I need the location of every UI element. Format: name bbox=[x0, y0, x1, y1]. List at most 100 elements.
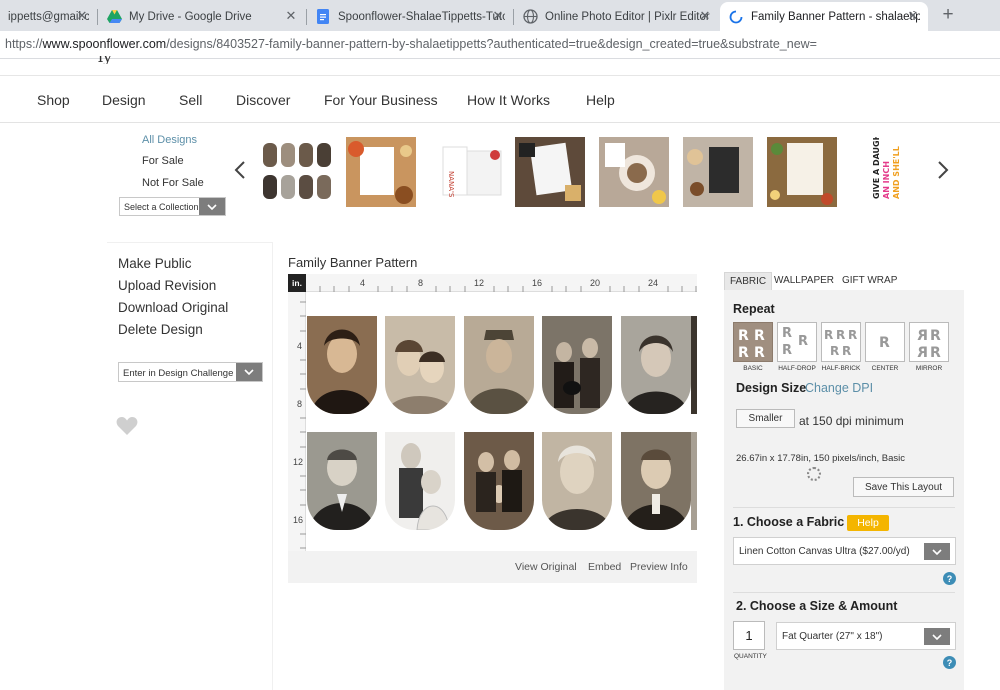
ruler-top-label: 8 bbox=[418, 278, 424, 288]
carousel-thumb-nanas-famous[interactable]: NANA'S bbox=[437, 137, 507, 207]
browser-tab-gmail[interactable]: ippetts@gmail.c ✕ bbox=[0, 2, 97, 31]
carousel-thumb-photo-collage[interactable] bbox=[515, 137, 585, 207]
svg-text:R: R bbox=[930, 345, 941, 359]
svg-text:R: R bbox=[782, 343, 792, 358]
repeat-mirror-option[interactable]: RRRR bbox=[909, 322, 949, 362]
portrait-tile bbox=[621, 316, 691, 414]
repeat-half-brick-option[interactable]: RRRRR bbox=[821, 322, 861, 362]
carousel-thumb-family-banner[interactable] bbox=[261, 137, 331, 207]
address-bar[interactable]: https://www.spoonflower.com/designs/8403… bbox=[0, 31, 1000, 59]
nav-how-it-works[interactable]: How It Works bbox=[467, 92, 550, 108]
repeat-half-drop-caption: HALF-DROP bbox=[778, 365, 816, 372]
tab-fabric[interactable]: FABRIC bbox=[724, 272, 773, 290]
view-original-link[interactable]: View Original bbox=[515, 561, 577, 573]
filter-not-for-sale[interactable]: Not For Sale bbox=[142, 177, 204, 189]
close-icon[interactable]: ✕ bbox=[906, 9, 920, 23]
carousel-prev-button[interactable] bbox=[234, 160, 246, 186]
svg-text:R: R bbox=[917, 345, 928, 359]
fabric-select-value: Linen Cotton Canvas Ultra ($27.00/yd) bbox=[739, 546, 910, 557]
svg-text:R: R bbox=[842, 344, 851, 358]
carousel-thumb-chalkboard-recipe[interactable] bbox=[683, 137, 753, 207]
svg-text:R: R bbox=[848, 328, 857, 342]
browser-tab-google-docs[interactable]: Spoonflower-ShalaeTippetts-Tuto ✕ bbox=[307, 2, 513, 31]
repeat-half-drop-option[interactable]: RRR bbox=[777, 322, 817, 362]
tab-title: Online Photo Editor | Pixlr Editor bbox=[545, 10, 710, 23]
choose-fabric-label: 1. Choose a Fabric bbox=[733, 515, 845, 529]
site-logo-cropped[interactable]: ly bbox=[30, 56, 160, 64]
carousel-thumb-inch-quote[interactable]: GIVE A DAUGHTER AN INCH AND SHE'LL bbox=[851, 137, 921, 207]
ruler-left-label: 8 bbox=[297, 399, 303, 409]
ruler-top-label: 24 bbox=[648, 278, 659, 288]
embed-link[interactable]: Embed bbox=[588, 561, 621, 573]
design-challenge-label: Enter in Design Challenge bbox=[123, 368, 234, 379]
tab-title: My Drive - Google Drive bbox=[129, 10, 252, 23]
tab-wallpaper[interactable]: WALLPAPER bbox=[769, 272, 839, 290]
browser-tab-spoonflower-active[interactable]: Family Banner Pattern - shalaetip ✕ bbox=[720, 2, 928, 31]
chevron-down-icon bbox=[924, 628, 950, 645]
close-icon[interactable]: ✕ bbox=[75, 9, 89, 23]
url-path: /designs/8403527-family-banner-pattern-b… bbox=[166, 37, 817, 51]
change-dpi-link[interactable]: Change DPI bbox=[805, 381, 873, 395]
svg-text:AN INCH: AN INCH bbox=[882, 161, 891, 199]
close-icon[interactable]: ✕ bbox=[491, 9, 505, 23]
ruler-top-label: 20 bbox=[590, 278, 601, 288]
dpi-minimum-text: at 150 dpi minimum bbox=[799, 414, 904, 428]
close-icon[interactable]: ✕ bbox=[698, 9, 712, 23]
portrait-tile bbox=[307, 316, 377, 414]
carousel-thumb-coffee-table[interactable] bbox=[599, 137, 669, 207]
filter-all-designs[interactable]: All Designs bbox=[142, 134, 197, 146]
globe-icon bbox=[522, 9, 538, 25]
browser-tab-google-drive[interactable]: My Drive - Google Drive ✕ bbox=[98, 2, 306, 31]
chevron-down-icon bbox=[924, 543, 950, 560]
url-text[interactable]: https://www.spoonflower.com/designs/8403… bbox=[5, 37, 817, 51]
download-original-link[interactable]: Download Original bbox=[118, 300, 228, 315]
nav-help[interactable]: Help bbox=[586, 92, 615, 108]
size-info-text: 26.67in x 17.78in, 150 pixels/inch, Basi… bbox=[736, 453, 905, 464]
make-public-link[interactable]: Make Public bbox=[118, 256, 192, 271]
fabric-select[interactable]: Linen Cotton Canvas Ultra ($27.00/yd) bbox=[733, 537, 956, 565]
collection-select[interactable]: Select a Collection bbox=[119, 197, 226, 216]
browser-tab-pixlr[interactable]: Online Photo Editor | Pixlr Editor ✕ bbox=[514, 2, 720, 31]
portrait-tile bbox=[385, 432, 455, 530]
svg-text:R: R bbox=[879, 335, 890, 351]
fabric-help-icon[interactable]: ? bbox=[943, 572, 956, 585]
url-host: www.spoonflower.com bbox=[42, 37, 167, 51]
url-scheme: https:// bbox=[5, 37, 43, 51]
size-select[interactable]: Fat Quarter (27" x 18") bbox=[776, 622, 956, 650]
carousel-thumb-recipe-board[interactable] bbox=[346, 137, 416, 207]
ruler-top-label: 16 bbox=[532, 278, 543, 288]
heart-icon[interactable] bbox=[116, 416, 138, 436]
choose-size-label: 2. Choose a Size & Amount bbox=[736, 599, 898, 613]
preview-info-link[interactable]: Preview Info bbox=[630, 561, 688, 573]
nav-discover[interactable]: Discover bbox=[236, 92, 290, 108]
svg-text:AND SHE'LL: AND SHE'LL bbox=[892, 146, 901, 199]
portrait-tile bbox=[621, 432, 691, 530]
repeat-basic-option[interactable]: RRRR bbox=[733, 322, 773, 362]
tab-gift-wrap[interactable]: GIFT WRAP bbox=[837, 272, 902, 290]
tab-title: Spoonflower-ShalaeTippetts-Tuto bbox=[338, 10, 505, 23]
portrait-tile bbox=[464, 316, 534, 414]
google-drive-icon bbox=[106, 9, 122, 25]
carousel-thumb-wood-board[interactable] bbox=[767, 137, 837, 207]
loading-spinner-icon bbox=[728, 9, 744, 25]
ruler-left-label: 4 bbox=[297, 341, 303, 351]
filter-for-sale[interactable]: For Sale bbox=[142, 155, 184, 167]
svg-text:R: R bbox=[836, 328, 845, 342]
nav-design[interactable]: Design bbox=[102, 92, 146, 108]
design-challenge-select[interactable]: Enter in Design Challenge bbox=[118, 362, 263, 382]
nav-for-your-business[interactable]: For Your Business bbox=[324, 92, 438, 108]
save-layout-button[interactable]: Save This Layout bbox=[853, 477, 954, 497]
quantity-input[interactable]: 1 bbox=[733, 621, 765, 650]
carousel-next-button[interactable] bbox=[937, 160, 949, 186]
nav-shop[interactable]: Shop bbox=[37, 92, 70, 108]
close-icon[interactable]: ✕ bbox=[284, 9, 298, 23]
repeat-center-option[interactable]: R bbox=[865, 322, 905, 362]
delete-design-link[interactable]: Delete Design bbox=[118, 322, 203, 337]
upload-revision-link[interactable]: Upload Revision bbox=[118, 278, 216, 293]
help-badge[interactable]: Help bbox=[847, 515, 889, 531]
smaller-button[interactable]: Smaller bbox=[736, 409, 795, 428]
nav-sell[interactable]: Sell bbox=[179, 92, 202, 108]
size-help-icon[interactable]: ? bbox=[943, 656, 956, 669]
ruler-top: 4 8 12 16 20 24 bbox=[288, 274, 697, 292]
new-tab-button[interactable]: + bbox=[937, 4, 959, 26]
